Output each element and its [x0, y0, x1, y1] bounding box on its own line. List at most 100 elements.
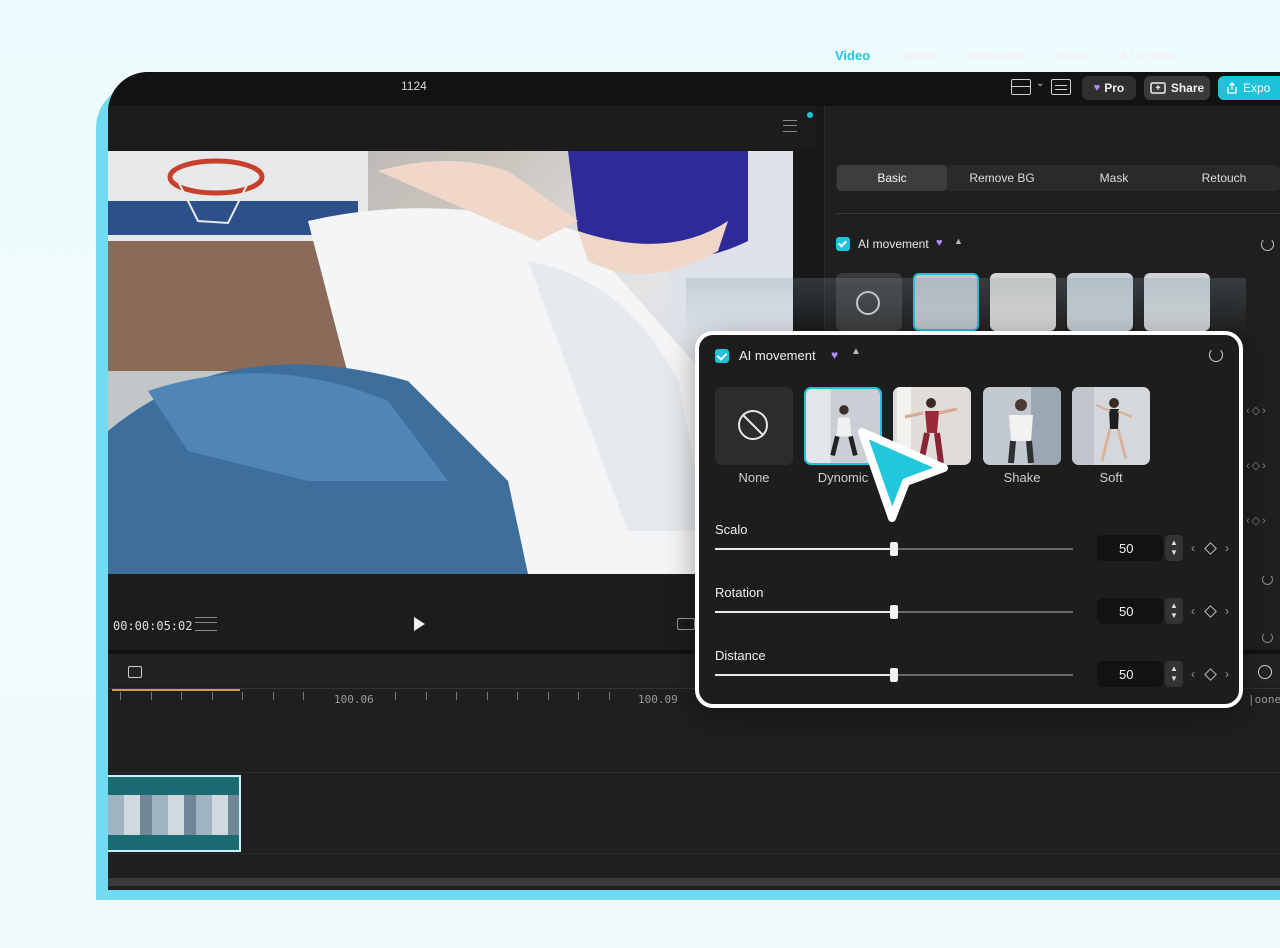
tab-video[interactable]: Video — [835, 48, 870, 63]
slider-fill — [715, 548, 894, 550]
export-button[interactable]: Expo — [1218, 76, 1280, 100]
chevron-down-icon[interactable]: ⌄ — [1036, 78, 1044, 89]
param-label-distance: Distance — [715, 648, 766, 663]
tab-adjust[interactable]: Adjust — [1053, 48, 1093, 63]
ruler-tick — [242, 692, 243, 700]
share-screen-icon — [1150, 82, 1166, 94]
keyframe-controls[interactable]: ‹◇› — [1246, 514, 1268, 527]
tab-ai-stylize[interactable]: AI styiize — [1120, 48, 1176, 63]
aspect-ratio-icon[interactable] — [677, 618, 695, 630]
ruler-tick — [181, 692, 182, 700]
prev-keyframe-icon[interactable]: ‹ — [1191, 541, 1195, 555]
keyframe-controls[interactable]: ‹ › — [1191, 603, 1229, 619]
subtab-mask[interactable]: Mask — [1057, 165, 1171, 191]
next-keyframe-icon[interactable]: › — [1225, 541, 1229, 555]
prev-keyframe-icon[interactable]: ‹ — [1191, 667, 1195, 681]
reset-icon[interactable] — [1262, 574, 1273, 585]
caret-up-icon[interactable]: ▲ — [954, 236, 963, 246]
ruler-label: 100.09 — [638, 693, 678, 706]
ruler-tick — [120, 692, 121, 700]
subtab-remove-bg[interactable]: Remove BG — [947, 165, 1057, 191]
menu-icon[interactable] — [783, 120, 797, 132]
preset-label: Shake — [1003, 470, 1041, 485]
shake-thumbnail — [983, 387, 1061, 465]
ruler-tick — [303, 692, 304, 700]
player-header — [108, 106, 816, 150]
soft-thumbnail — [1072, 387, 1150, 465]
keyframe-controls[interactable]: ‹ › — [1191, 540, 1229, 556]
ai-movement-checkbox[interactable] — [715, 349, 729, 363]
timeline-scrollbar[interactable] — [108, 878, 1280, 886]
slider-fill — [715, 674, 894, 676]
video-preview[interactable] — [108, 151, 793, 574]
project-title[interactable]: 1124 — [401, 79, 427, 93]
reset-icon[interactable] — [1209, 348, 1223, 362]
panel-divider — [836, 213, 1280, 214]
ruler-tick — [395, 692, 396, 700]
preset-soft[interactable] — [1072, 387, 1150, 465]
video-frame-image — [108, 151, 793, 574]
keyframe-diamond-icon[interactable] — [1203, 667, 1217, 681]
ai-movement-label: AI movement — [858, 237, 929, 251]
ruler-tick — [517, 692, 518, 700]
preset-none[interactable] — [715, 387, 793, 465]
distance-slider[interactable] — [715, 668, 1073, 682]
tab-speed[interactable]: Speed — [898, 48, 937, 63]
share-button[interactable]: Share — [1144, 76, 1210, 100]
timecode: 00:00:05:02 — [113, 619, 193, 633]
rotation-slider[interactable] — [715, 605, 1073, 619]
prev-keyframe-icon[interactable]: ‹ — [1191, 604, 1195, 618]
cursor-arrow-icon — [858, 428, 948, 522]
keyframe-diamond-icon[interactable] — [1203, 604, 1217, 618]
notification-dot — [807, 112, 813, 118]
callout-title: AI movement — [739, 348, 816, 363]
keyframe-controls[interactable]: ‹◇› — [1246, 459, 1268, 472]
export-icon — [1227, 82, 1237, 94]
ruler-tick — [609, 692, 610, 700]
next-keyframe-icon[interactable]: › — [1225, 667, 1229, 681]
play-icon[interactable] — [414, 617, 425, 631]
timeline-zoom-icon[interactable] — [1258, 665, 1272, 679]
share-label: Share — [1170, 81, 1205, 95]
rotation-value-input[interactable]: 50 — [1097, 598, 1163, 624]
param-label-rotation: Rotation — [715, 585, 764, 600]
ruler-tick — [456, 692, 457, 700]
ruler-tick — [151, 692, 152, 700]
callout-connector — [686, 278, 1246, 336]
video-track — [108, 772, 1280, 854]
rotation-stepper[interactable]: ▲ ▼ — [1165, 598, 1183, 624]
slider-fill — [715, 611, 894, 613]
ruler-tick — [212, 692, 213, 700]
caret-up-icon[interactable]: ▲ — [851, 346, 861, 357]
next-keyframe-icon[interactable]: › — [1225, 604, 1229, 618]
reset-icon[interactable] — [1261, 238, 1274, 251]
layout-icon[interactable] — [1011, 79, 1031, 95]
slider-handle[interactable] — [890, 605, 898, 619]
slider-handle[interactable] — [890, 542, 898, 556]
keyframe-controls[interactable]: ‹ › — [1191, 666, 1229, 682]
scale-value-input[interactable]: 50 — [1097, 535, 1163, 561]
slider-handle[interactable] — [890, 668, 898, 682]
select-tool-icon[interactable] — [128, 666, 142, 678]
ruler-tick — [273, 692, 274, 700]
preset-shake[interactable] — [983, 387, 1061, 465]
caption-icon[interactable] — [1051, 79, 1071, 95]
subtab-basic[interactable]: Basic — [837, 165, 947, 191]
distance-stepper[interactable]: ▲ ▼ — [1165, 661, 1183, 687]
keyframe-diamond-icon[interactable] — [1203, 541, 1217, 555]
ruler-tick — [487, 692, 488, 700]
subtab-retouch[interactable]: Retouch — [1171, 165, 1277, 191]
video-clip[interactable] — [108, 775, 241, 852]
scale-slider[interactable] — [715, 542, 1073, 556]
clip-thumbnails — [108, 795, 239, 835]
tab-animation[interactable]: Animation — [964, 48, 1028, 63]
reset-icon[interactable] — [1262, 632, 1273, 643]
distance-value-input[interactable]: 50 — [1097, 661, 1163, 687]
pro-button[interactable]: ♥ Pro — [1082, 76, 1136, 100]
ruler-label: 100.06 — [334, 693, 374, 706]
scale-stepper[interactable]: ▲ ▼ — [1165, 535, 1183, 561]
export-label: Expo — [1243, 81, 1271, 95]
keyframe-controls[interactable]: ‹◇› — [1246, 404, 1268, 417]
pro-heart-icon: ♥ — [831, 348, 839, 362]
list-icon[interactable] — [195, 617, 217, 631]
